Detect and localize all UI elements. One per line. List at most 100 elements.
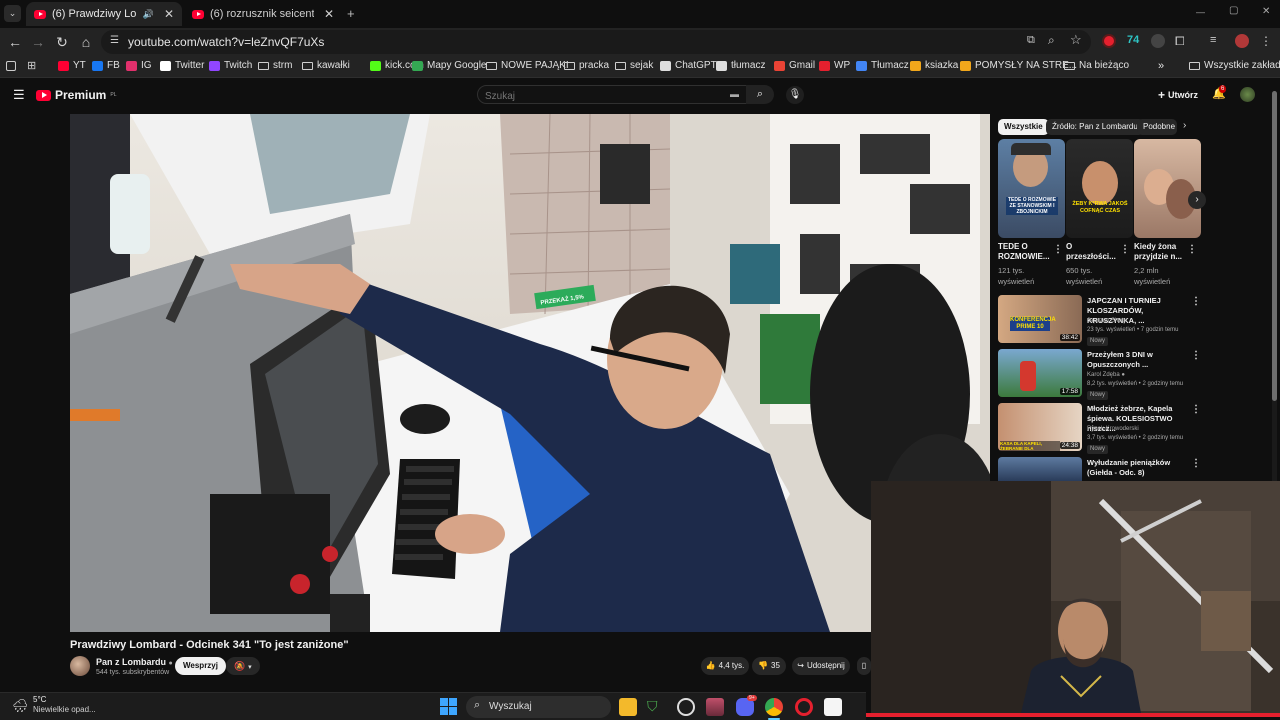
back-arrow-icon[interactable]: ← xyxy=(6,33,24,51)
new-tab-button[interactable]: + xyxy=(347,6,355,21)
recommendation-menu-kebab-icon[interactable]: ⋮ xyxy=(1191,404,1201,415)
bookmark-19[interactable]: Na bieżąco xyxy=(1064,60,1129,71)
scrollbar-thumb[interactable] xyxy=(1272,91,1277,401)
bookmark-4[interactable]: Twitch xyxy=(209,60,252,71)
close-tab-icon[interactable]: ✕ xyxy=(324,7,334,21)
short-menu-kebab-icon[interactable]: ⋮ xyxy=(1120,244,1130,255)
bookmark-15[interactable]: WP xyxy=(819,60,850,71)
bookmark-17[interactable]: ksiazka xyxy=(910,60,958,71)
close-tab-icon[interactable]: ✕ xyxy=(164,7,174,21)
zoom-icon[interactable]: ⌕ xyxy=(1048,33,1055,48)
reload-icon[interactable]: ↻ xyxy=(53,33,71,51)
recommendation-thumbnail[interactable]: 17:58 xyxy=(998,349,1082,397)
bookmark-12[interactable]: ChatGPT xyxy=(660,60,717,71)
tab-active[interactable]: (6) Prawdziwy Lombard - O 🔊 ✕ xyxy=(26,2,182,26)
recommendation-channel[interactable]: Japczan Shoty xyxy=(1087,317,1197,326)
bookmark-14[interactable]: Gmail xyxy=(774,60,815,71)
short-thumbnail[interactable] xyxy=(1134,139,1201,238)
tab-search-button[interactable]: ⌄ xyxy=(4,5,21,22)
chip-similar[interactable]: Podobne xyxy=(1137,119,1177,135)
bookmark-3[interactable]: Twitter xyxy=(160,60,204,71)
short-title[interactable]: Kiedy żona przyjdzie n... xyxy=(1134,242,1192,262)
bookmark-0[interactable]: YT xyxy=(58,60,86,71)
weather-icon[interactable]: 🌧 xyxy=(12,698,29,714)
bookmarks-overflow-button[interactable]: » xyxy=(1158,60,1164,72)
chip-all[interactable]: Wszystkie xyxy=(998,119,1049,135)
all-bookmarks-folder[interactable]: Wszystkie zakładki xyxy=(1189,60,1280,71)
recommendation-channel[interactable]: Karol Zdęba ● xyxy=(1087,371,1197,380)
create-button[interactable]: + Utwórz xyxy=(1158,88,1198,102)
youtube-logo[interactable]: Premium PL xyxy=(36,88,116,102)
like-button[interactable]: 👍 4,4 tys. xyxy=(701,657,749,675)
weather-desc[interactable]: Niewielkie opad... xyxy=(33,705,96,714)
star-icon[interactable]: ☆ xyxy=(1070,32,1082,48)
site-info-icon[interactable]: ☰ xyxy=(110,35,119,46)
short-menu-kebab-icon[interactable]: ⋮ xyxy=(1187,244,1197,255)
extension-icon[interactable] xyxy=(1151,34,1165,48)
video-player[interactable]: PRZEKAŻ 1,5% xyxy=(70,114,990,632)
recommendation-menu-kebab-icon[interactable]: ⋮ xyxy=(1191,458,1201,469)
shield-app-icon[interactable]: ⛉ xyxy=(647,698,665,716)
install-app-icon[interactable]: ⧉ xyxy=(1027,34,1035,47)
bookmark-10[interactable]: pracka xyxy=(564,60,609,71)
account-avatar[interactable] xyxy=(1240,87,1255,102)
chip-source[interactable]: Źródło: Pan z Lombardu xyxy=(1046,119,1144,135)
recommendation-thumbnail[interactable] xyxy=(998,457,1082,481)
short-menu-kebab-icon[interactable]: ⋮ xyxy=(1053,244,1063,255)
bookmark-8[interactable]: Mapy Google xyxy=(412,60,486,71)
extension-icon[interactable]: 74 xyxy=(1127,34,1141,48)
minimize-button[interactable]: — xyxy=(1196,7,1205,17)
bookmark-11[interactable]: sejak xyxy=(615,60,653,71)
start-windows-icon[interactable] xyxy=(440,698,457,715)
app-icon[interactable] xyxy=(706,698,724,716)
speaker-icon[interactable]: 🔊 xyxy=(143,9,154,20)
keyboard-icon[interactable]: ▬ xyxy=(730,89,739,99)
microphone-icon[interactable]: 🎙 xyxy=(786,86,804,104)
save-bookmark-icon[interactable]: ▯ xyxy=(857,657,871,675)
channel-name[interactable]: Pan z Lombardu ● xyxy=(96,657,173,667)
short-thumbnail[interactable]: TEDE O ROZMOWIE ZE STANOWSKIM I ZBOJNICK… xyxy=(998,139,1065,238)
dislike-button[interactable]: 👎 35 xyxy=(752,657,786,675)
recommendation-menu-kebab-icon[interactable]: ⋮ xyxy=(1191,296,1201,307)
search-button[interactable]: ⌕ xyxy=(746,85,774,104)
forward-arrow-icon[interactable]: → xyxy=(29,33,47,51)
maximize-button[interactable]: ▢ xyxy=(1229,5,1238,16)
subscription-bell-button[interactable]: 🔕 ▾ xyxy=(226,657,260,675)
notes-app-icon[interactable] xyxy=(824,698,842,716)
bookmark-16[interactable]: Tłumacz xyxy=(856,60,909,71)
recommendation-menu-kebab-icon[interactable]: ⋮ xyxy=(1191,350,1201,361)
shorts-next-arrow-icon[interactable]: › xyxy=(1188,191,1206,209)
bookmark-5[interactable]: strm xyxy=(258,60,292,71)
home-icon[interactable]: ⌂ xyxy=(77,33,95,51)
menu-kebab-icon[interactable]: ⋮ xyxy=(1260,34,1274,48)
reading-list-icon[interactable]: ≡ xyxy=(1210,34,1224,48)
opera-icon[interactable] xyxy=(795,698,813,716)
recommendation-title[interactable]: Przeżyłem 3 DNI w Opuszczonych ... xyxy=(1087,350,1189,370)
profile-avatar[interactable] xyxy=(1235,34,1249,48)
share-button[interactable]: ↪ Udostępnij xyxy=(792,657,850,675)
short-title[interactable]: TEDE O ROZMOWIE... xyxy=(998,242,1056,262)
search-input[interactable] xyxy=(478,88,708,105)
close-window-button[interactable]: ✕ xyxy=(1262,6,1270,17)
bookmark-6[interactable]: kawałki xyxy=(302,60,350,71)
short-thumbnail[interactable]: ŻEBY K*RWA JAKOŚ COFNĄĆ CZAS xyxy=(1066,139,1133,238)
recommendation-thumbnail[interactable]: KASA DLA KAPELI, ŻEBRANIE DLA 24:38 xyxy=(998,403,1082,451)
recommendation-thumbnail[interactable]: KONFERENCJA PRIME 10 38:42 xyxy=(998,295,1082,343)
bookmark-9[interactable]: NOWE PAJĄKI xyxy=(486,60,569,71)
bookmark-1[interactable]: FB xyxy=(92,60,120,71)
short-title[interactable]: O przeszłości... xyxy=(1066,242,1124,262)
github-icon[interactable] xyxy=(677,698,695,716)
chevron-right-icon[interactable]: › xyxy=(1183,120,1186,131)
support-button[interactable]: Wesprzyj xyxy=(175,657,226,675)
record-extension-icon[interactable] xyxy=(1102,34,1116,48)
recommendation-title[interactable]: Wyłudzanie pieniążków (Giełda - Odc. 8) xyxy=(1087,458,1189,478)
address-bar[interactable]: ☰ youtube.com/watch?v=leZnvQF7uXs ⧉ ⌕ ☆ xyxy=(101,30,1091,54)
bookmark-18[interactable]: POMYSŁY NA STRE... xyxy=(960,60,1077,71)
weather-temp[interactable]: 5°C xyxy=(33,695,46,704)
puzzle-icon[interactable]: ⧠ xyxy=(1175,34,1189,48)
hamburger-menu-icon[interactable]: ☰ xyxy=(13,87,25,103)
recommendation-channel[interactable]: Rynek Krowoderski xyxy=(1087,425,1197,434)
tab-inactive[interactable]: (6) rozrusznik seicento wymiana ✕ xyxy=(184,2,342,26)
channel-avatar[interactable] xyxy=(70,656,90,676)
bookmark-2[interactable]: IG xyxy=(126,60,152,71)
